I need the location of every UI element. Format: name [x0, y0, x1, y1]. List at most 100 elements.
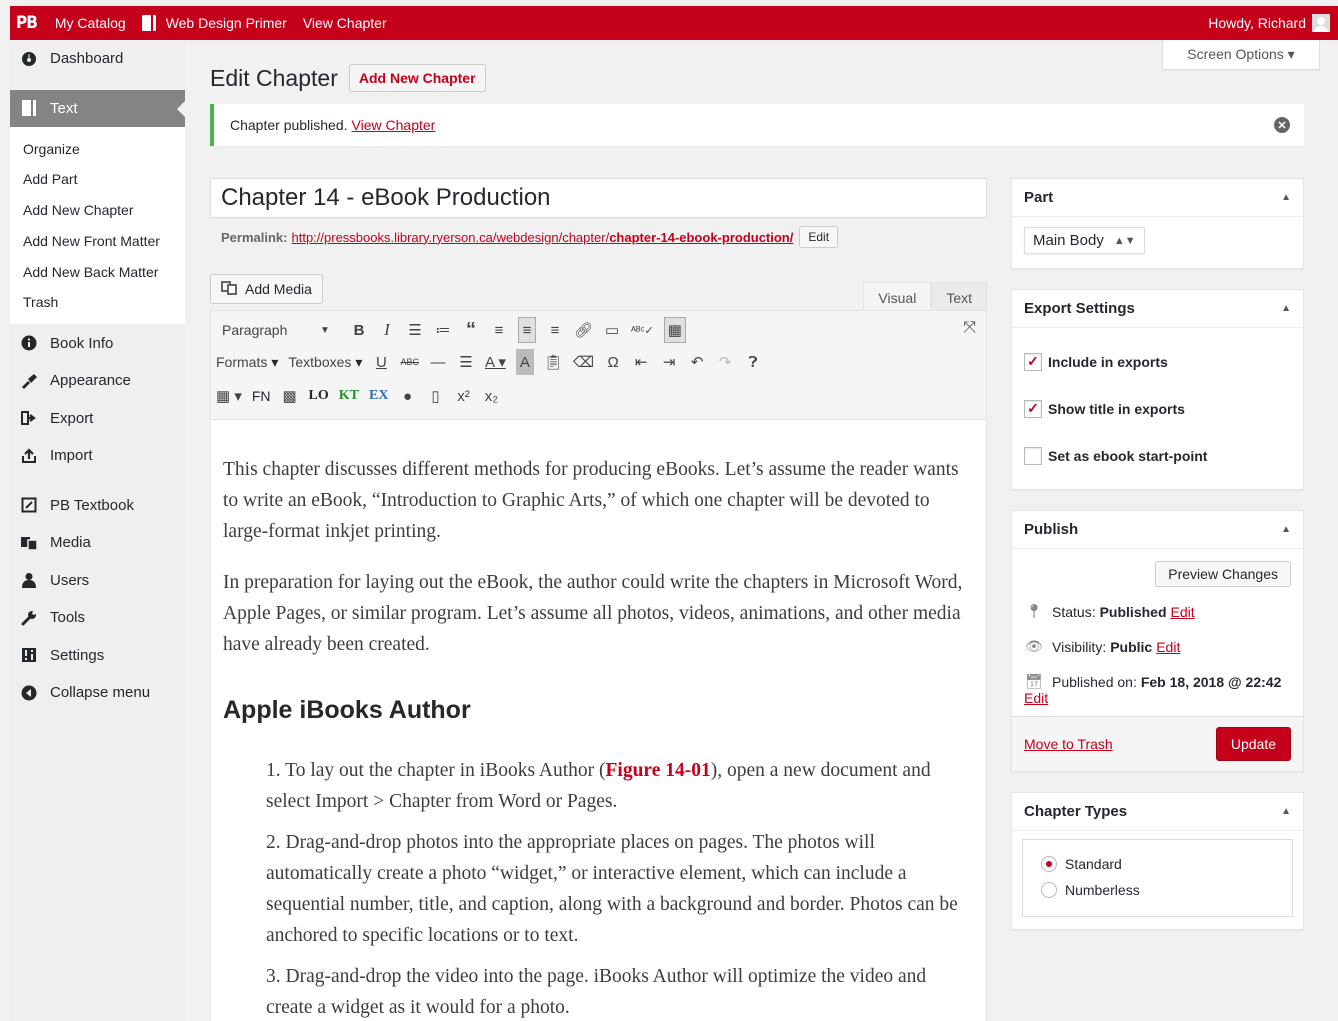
superscript-icon[interactable]: x²: [454, 383, 472, 409]
footnote-button[interactable]: FN: [252, 383, 271, 409]
book-title-link[interactable]: Web Design Primer: [134, 6, 295, 40]
export-settings-header[interactable]: Export Settings ▲: [1012, 290, 1303, 328]
underline-icon[interactable]: U: [372, 349, 390, 375]
collapse-menu-button[interactable]: Collapse menu: [10, 674, 185, 712]
sidebar-item-pb-textbook[interactable]: PB Textbook: [10, 486, 185, 524]
sidebar-item-dashboard[interactable]: Dashboard: [10, 40, 185, 78]
chapter-types-header[interactable]: Chapter Types ▲: [1012, 793, 1303, 831]
submenu-add-back-matter[interactable]: Add New Back Matter: [10, 257, 185, 288]
submenu-trash[interactable]: Trash: [10, 287, 185, 318]
move-to-trash-link[interactable]: Move to Trash: [1024, 736, 1113, 752]
align-center-icon[interactable]: ≡: [518, 317, 536, 343]
include-in-exports-checkbox[interactable]: ✓ Include in exports: [1024, 338, 1291, 385]
permalink-edit-button[interactable]: Edit: [799, 226, 839, 248]
globe-icon[interactable]: ●: [398, 383, 416, 409]
permalink-link[interactable]: http://pressbooks.library.ryerson.ca/web…: [291, 230, 793, 245]
sidebar-item-text[interactable]: Text: [10, 89, 185, 127]
submenu-organize[interactable]: Organize: [10, 134, 185, 165]
bookmark-icon[interactable]: ▯: [426, 383, 444, 409]
preview-changes-button[interactable]: Preview Changes: [1155, 561, 1291, 587]
justify-icon[interactable]: ☰: [457, 349, 475, 375]
read-more-icon[interactable]: ▭: [603, 317, 621, 343]
undo-icon[interactable]: ↶: [688, 349, 706, 375]
help-icon[interactable]: ❓︎: [744, 349, 762, 375]
sidebar-item-tools[interactable]: Tools: [10, 599, 185, 637]
blockquote-icon[interactable]: “: [462, 317, 480, 343]
background-color-icon[interactable]: A: [515, 349, 534, 375]
paste-text-icon[interactable]: 📋︎: [544, 349, 563, 375]
add-new-chapter-button[interactable]: Add New Chapter: [348, 64, 486, 92]
sidebar-item-media[interactable]: Media: [10, 524, 185, 562]
align-right-icon[interactable]: ≡: [546, 317, 564, 343]
submenu-add-new-chapter[interactable]: Add New Chapter: [10, 195, 185, 226]
align-left-icon[interactable]: ≡: [490, 317, 508, 343]
screen-options-button[interactable]: Screen Options ▾: [1162, 40, 1320, 70]
sidebar-item-settings[interactable]: Settings: [10, 636, 185, 674]
sidebar-item-users[interactable]: Users: [10, 561, 185, 599]
table-icon[interactable]: ▦ ▾: [216, 383, 242, 409]
tab-text[interactable]: Text: [931, 282, 987, 312]
figure-link[interactable]: Figure 14-01: [605, 760, 710, 781]
collapse-arrow-icon[interactable]: ▲: [1281, 524, 1291, 535]
checkbox-checked-icon[interactable]: ✓: [1024, 352, 1042, 371]
editor-content[interactable]: This chapter discusses different methods…: [210, 420, 987, 1021]
dismiss-notice-icon[interactable]: ✕: [1274, 117, 1290, 133]
redo-icon[interactable]: ↷: [716, 349, 734, 375]
collapse-arrow-icon[interactable]: ▲: [1281, 806, 1291, 817]
chapter-title-input[interactable]: Chapter 14 - eBook Production: [210, 178, 987, 218]
update-button[interactable]: Update: [1215, 727, 1291, 761]
sidebar-item-book-info[interactable]: Book Info: [10, 324, 185, 362]
view-chapter-link[interactable]: View Chapter: [295, 6, 395, 40]
toolbar-toggle-icon[interactable]: ▦: [663, 317, 686, 343]
show-title-checkbox[interactable]: ✓ Show title in exports: [1024, 385, 1291, 432]
status-edit-link[interactable]: Edit: [1171, 604, 1195, 620]
bullet-list-icon[interactable]: ☰: [406, 317, 424, 343]
indent-icon[interactable]: ⇥: [660, 349, 678, 375]
publish-header[interactable]: Publish ▲: [1012, 511, 1303, 549]
checkbox-empty-icon[interactable]: [1024, 446, 1042, 465]
horizontal-rule-icon[interactable]: —: [429, 349, 447, 375]
account-menu[interactable]: Howdy, Richard: [1208, 14, 1338, 32]
format-select[interactable]: Paragraph ▼: [216, 317, 340, 343]
submenu-add-part[interactable]: Add Part: [10, 164, 185, 195]
date-edit-link[interactable]: Edit: [1024, 690, 1291, 706]
my-catalog-link[interactable]: My Catalog: [47, 6, 134, 40]
textboxes-dropdown[interactable]: Textboxes ▾: [288, 349, 362, 375]
sidebar-item-appearance[interactable]: Appearance: [10, 362, 185, 400]
collapse-arrow-icon[interactable]: ▲: [1281, 192, 1291, 203]
learning-objectives-button[interactable]: LO: [309, 383, 329, 409]
part-box-header[interactable]: Part ▲: [1012, 179, 1303, 217]
part-select[interactable]: Main Body ▲▼: [1024, 227, 1145, 254]
radio-selected-icon[interactable]: [1041, 856, 1057, 872]
add-media-button[interactable]: Add Media: [210, 274, 323, 304]
pb-logo[interactable]: PB: [10, 6, 47, 40]
visibility-edit-link[interactable]: Edit: [1156, 639, 1180, 655]
numbered-list-icon[interactable]: ≔: [434, 317, 452, 343]
collapse-arrow-icon[interactable]: ▲: [1281, 303, 1291, 314]
numberless-radio[interactable]: Numberless: [1041, 882, 1274, 898]
submenu-add-front-matter[interactable]: Add New Front Matter: [10, 226, 185, 257]
link-icon[interactable]: 🔗︎: [574, 317, 593, 343]
checkbox-checked-icon[interactable]: ✓: [1024, 399, 1042, 418]
formats-dropdown[interactable]: Formats ▾: [216, 349, 278, 375]
spellcheck-icon[interactable]: ᴬᴮᶜ✓: [631, 317, 654, 343]
ebook-start-point-checkbox[interactable]: Set as ebook start-point: [1024, 432, 1291, 479]
text-color-icon[interactable]: A ▾: [485, 349, 506, 375]
italic-icon[interactable]: I: [378, 317, 396, 343]
strikethrough-icon[interactable]: ABC: [400, 349, 419, 375]
clear-formatting-icon[interactable]: ⌫: [573, 349, 594, 375]
outdent-icon[interactable]: ⇤: [632, 349, 650, 375]
exercises-button[interactable]: EX: [369, 383, 388, 409]
notice-view-chapter-link[interactable]: View Chapter: [352, 117, 436, 133]
fullscreen-icon[interactable]: ⤧: [963, 319, 976, 337]
special-character-icon[interactable]: Ω: [604, 349, 622, 375]
grid-icon[interactable]: ▩: [281, 383, 299, 409]
radio-empty-icon[interactable]: [1041, 882, 1057, 898]
sidebar-item-import[interactable]: Import: [10, 437, 185, 475]
standard-radio[interactable]: Standard: [1041, 856, 1274, 872]
subscript-icon[interactable]: x₂: [482, 383, 500, 409]
bold-icon[interactable]: B: [350, 317, 368, 343]
key-takeaways-button[interactable]: KT: [339, 383, 359, 409]
sidebar-item-export[interactable]: Export: [10, 399, 185, 437]
tab-visual[interactable]: Visual: [863, 282, 932, 312]
